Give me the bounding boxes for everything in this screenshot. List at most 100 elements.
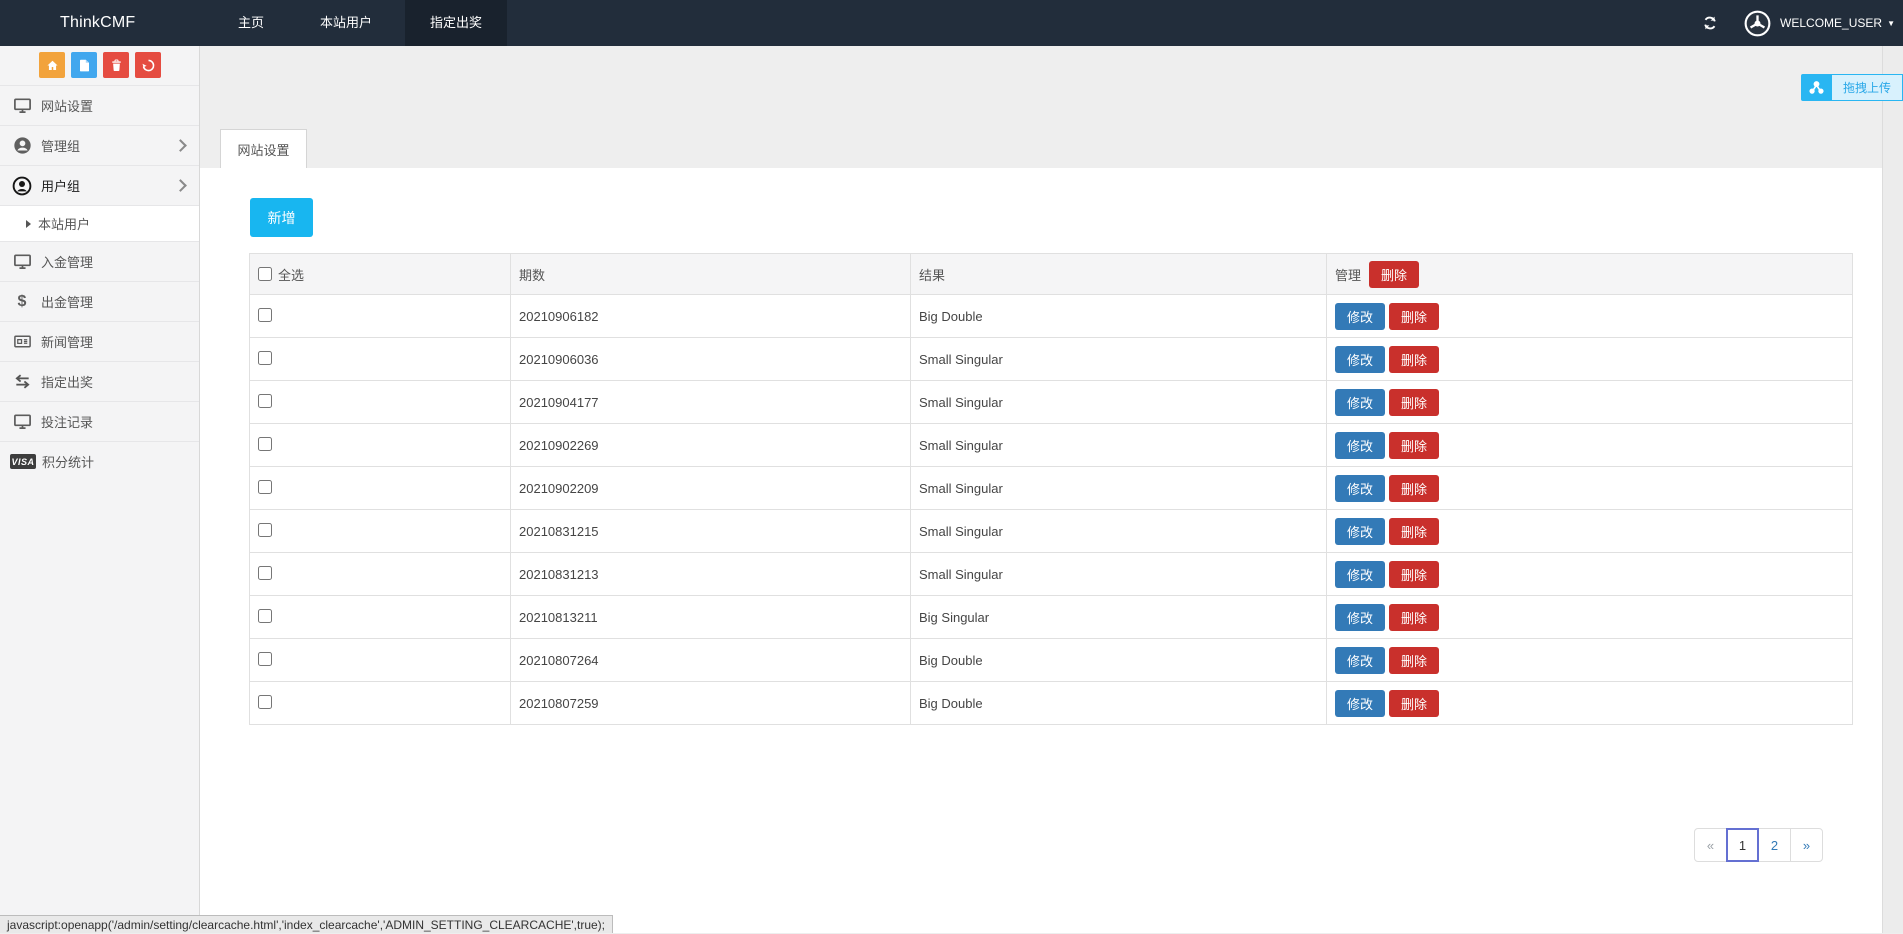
user-menu[interactable]: WELCOME_USER ▼	[1780, 16, 1895, 30]
sidebar-item-label: 出金管理	[41, 292, 93, 311]
nav-item-assigned-draw[interactable]: 指定出奖	[405, 0, 507, 46]
period-cell: 20210906182	[511, 295, 911, 338]
table-row: 20210807264Big Double修改删除	[250, 639, 1853, 682]
delete-button[interactable]: 删除	[1389, 346, 1439, 373]
pagination-next[interactable]: »	[1790, 828, 1823, 862]
sidebar-item-label: 管理组	[41, 136, 80, 155]
exchange-icon	[12, 372, 32, 391]
pagination: « 1 2 »	[1694, 828, 1823, 862]
monitor-icon	[12, 412, 32, 431]
result-cell: Small Singular	[911, 424, 1327, 467]
table-row: 20210813211Big Singular修改删除	[250, 596, 1853, 639]
delete-button[interactable]: 删除	[1389, 475, 1439, 502]
row-checkbox[interactable]	[258, 652, 272, 666]
drag-upload-widget[interactable]: 拖拽上传	[1801, 74, 1903, 101]
chevron-down-icon: ▼	[1887, 19, 1895, 28]
result-cell: Small Singular	[911, 467, 1327, 510]
edit-button[interactable]: 修改	[1335, 475, 1385, 502]
visa-icon: VISA	[10, 454, 36, 469]
sidebar-item-site-users[interactable]: 本站用户	[0, 205, 199, 241]
select-all-label: 全选	[278, 265, 304, 284]
delete-button[interactable]: 删除	[1389, 518, 1439, 545]
edit-button[interactable]: 修改	[1335, 561, 1385, 588]
home-icon[interactable]	[39, 52, 65, 78]
row-checkbox[interactable]	[258, 566, 272, 580]
data-table-wrap: 全选 期数 结果 管理 删除 20210906182Big Do	[249, 253, 1852, 725]
quickbar	[0, 46, 199, 84]
add-button[interactable]: 新增	[250, 198, 313, 237]
nav-item-site-users[interactable]: 本站用户	[287, 0, 405, 46]
delete-button[interactable]: 删除	[1389, 561, 1439, 588]
table-row: 20210906036Small Singular修改删除	[250, 338, 1853, 381]
period-cell: 20210807259	[511, 682, 911, 725]
sidebar-item-bet-records[interactable]: 投注记录	[0, 401, 199, 441]
pagination-prev[interactable]: «	[1694, 828, 1727, 862]
row-checkbox[interactable]	[258, 523, 272, 537]
delete-button[interactable]: 删除	[1389, 690, 1439, 717]
brand-logo[interactable]: ThinkCMF	[60, 0, 135, 46]
table-row: 20210902209Small Singular修改删除	[250, 467, 1853, 510]
result-cell: Big Double	[911, 639, 1327, 682]
sidebar-item-admin-group[interactable]: 管理组	[0, 125, 199, 165]
result-column-header: 结果	[911, 254, 1327, 295]
bulk-delete-button[interactable]: 删除	[1369, 261, 1419, 288]
edit-button[interactable]: 修改	[1335, 303, 1385, 330]
pagination-page-1[interactable]: 1	[1726, 828, 1759, 862]
cluster-icon	[1801, 74, 1832, 101]
sidebar-item-label: 用户组	[41, 176, 80, 195]
caret-right-icon	[26, 220, 31, 228]
row-checkbox[interactable]	[258, 351, 272, 365]
edit-button[interactable]: 修改	[1335, 518, 1385, 545]
delete-button[interactable]: 删除	[1389, 303, 1439, 330]
sidebar-item-deposit[interactable]: 入金管理	[0, 241, 199, 281]
row-checkbox[interactable]	[258, 480, 272, 494]
scroll-strip[interactable]	[1882, 46, 1903, 933]
user-name: WELCOME_USER	[1780, 16, 1882, 30]
tab-site-settings[interactable]: 网站设置	[220, 129, 307, 169]
row-checkbox[interactable]	[258, 695, 272, 709]
pagination-page-2[interactable]: 2	[1758, 828, 1791, 862]
edit-button[interactable]: 修改	[1335, 604, 1385, 631]
tab-bar: 网站设置	[200, 46, 1882, 169]
sidebar-item-assigned-draw[interactable]: 指定出奖	[0, 361, 199, 401]
row-checkbox[interactable]	[258, 308, 272, 322]
period-cell: 20210902269	[511, 424, 911, 467]
table-row: 20210831215Small Singular修改删除	[250, 510, 1853, 553]
refresh-icon[interactable]	[1702, 15, 1718, 31]
edit-button[interactable]: 修改	[1335, 647, 1385, 674]
delete-button[interactable]: 删除	[1389, 432, 1439, 459]
sidebar-item-points-stats[interactable]: VISA 积分统计	[0, 441, 199, 481]
nav-item-home[interactable]: 主页	[215, 0, 287, 46]
content-panel: 新增 全选 期数 结果	[200, 168, 1882, 933]
trash-icon[interactable]	[103, 52, 129, 78]
manage-column-header: 管理	[1335, 265, 1361, 284]
sidebar-item-withdraw[interactable]: $ 出金管理	[0, 281, 199, 321]
navbar-right: WELCOME_USER ▼	[1702, 0, 1895, 46]
period-cell: 20210831213	[511, 553, 911, 596]
result-cell: Small Singular	[911, 553, 1327, 596]
news-icon	[12, 332, 32, 351]
row-checkbox[interactable]	[258, 394, 272, 408]
select-all-checkbox[interactable]	[258, 267, 272, 281]
data-table: 全选 期数 结果 管理 删除 20210906182Big Do	[249, 253, 1853, 725]
avatar[interactable]	[1744, 10, 1771, 37]
edit-button[interactable]: 修改	[1335, 389, 1385, 416]
delete-button[interactable]: 删除	[1389, 647, 1439, 674]
edit-button[interactable]: 修改	[1335, 432, 1385, 459]
sidebar-item-site-settings[interactable]: 网站设置	[0, 85, 199, 125]
sidebar: 网站设置 管理组 用户组 本站用户 入金管理 $	[0, 46, 200, 933]
row-checkbox[interactable]	[258, 609, 272, 623]
sidebar-item-user-group[interactable]: 用户组	[0, 165, 199, 205]
edit-button[interactable]: 修改	[1335, 690, 1385, 717]
recycle-icon[interactable]	[135, 52, 161, 78]
delete-button[interactable]: 删除	[1389, 389, 1439, 416]
table-row: 20210831213Small Singular 修改删除	[250, 553, 1853, 596]
file-icon[interactable]	[71, 52, 97, 78]
top-navbar: ThinkCMF 主页 本站用户 指定出奖 WELCOME_USER ▼	[0, 0, 1903, 46]
result-cell: Small Singular	[911, 381, 1327, 424]
delete-button[interactable]: 删除	[1389, 604, 1439, 631]
sidebar-item-news[interactable]: 新闻管理	[0, 321, 199, 361]
edit-button[interactable]: 修改	[1335, 346, 1385, 373]
row-checkbox[interactable]	[258, 437, 272, 451]
sidebar-item-label: 新闻管理	[41, 332, 93, 351]
